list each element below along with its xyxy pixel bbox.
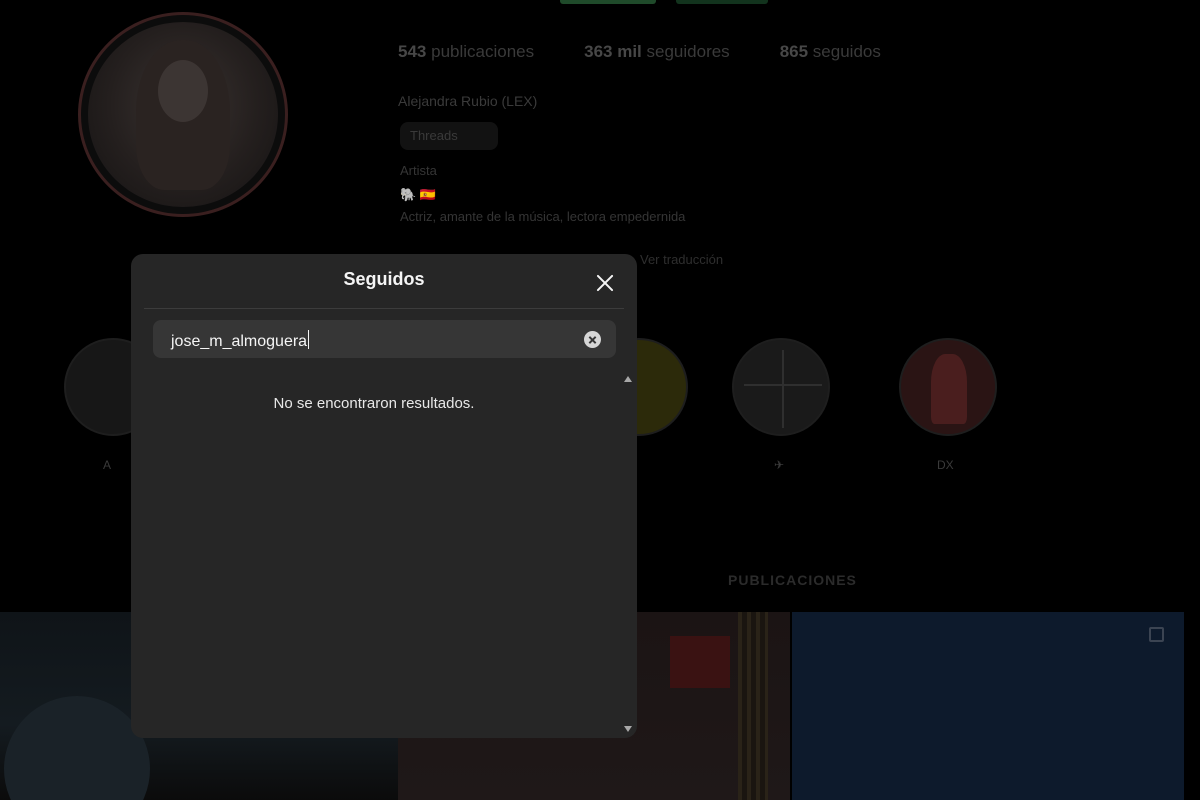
profile-full-name: Alejandra Rubio (LEX) [398,93,538,109]
close-icon[interactable] [590,268,620,298]
stat-following[interactable]: 865 seguidos [780,42,881,62]
profile-avatar[interactable] [88,22,278,207]
empty-results-message: No se encontraron resultados. [273,395,475,412]
dialog-title: Seguidos [343,269,425,289]
profile-stats: 543 publicaciones 363 mil seguidores 865… [398,42,881,62]
post-thumbnail[interactable] [792,612,1184,800]
following-dialog: Seguidos jose_m_almoguera No se encontra… [131,254,637,738]
search-input-value[interactable]: jose_m_almoguera [171,330,310,351]
highlight-label: A [103,458,112,472]
scroll-up-arrow-icon[interactable] [624,376,632,382]
highlight-label: DX [937,458,954,472]
scrollbar[interactable] [622,376,634,732]
bio-translation-link[interactable]: Ver traducción [640,252,723,267]
top-accent-bar [676,0,768,4]
bio-text: Actriz, amante de la música, lectora emp… [400,209,686,224]
tab-posts[interactable]: PUBLICACIONES [728,572,857,588]
dialog-divider [144,308,624,309]
threads-badge[interactable]: Threads [400,122,498,150]
highlight-label: ✈ [774,458,785,472]
text-caret [308,330,310,349]
stat-followers[interactable]: 363 mil seguidores [584,42,730,62]
multi-post-icon [1149,627,1164,642]
bio-emojis: 🐘 🇪🇸 [400,187,436,202]
search-field[interactable]: jose_m_almoguera [153,320,616,358]
bio-category: Artista [400,163,437,178]
scroll-down-arrow-icon[interactable] [624,726,632,732]
story-highlight[interactable] [899,338,997,436]
clear-search-icon[interactable] [584,331,601,348]
story-highlight[interactable] [732,338,830,436]
top-accent-bar [560,0,656,4]
stat-posts: 543 publicaciones [398,42,535,61]
